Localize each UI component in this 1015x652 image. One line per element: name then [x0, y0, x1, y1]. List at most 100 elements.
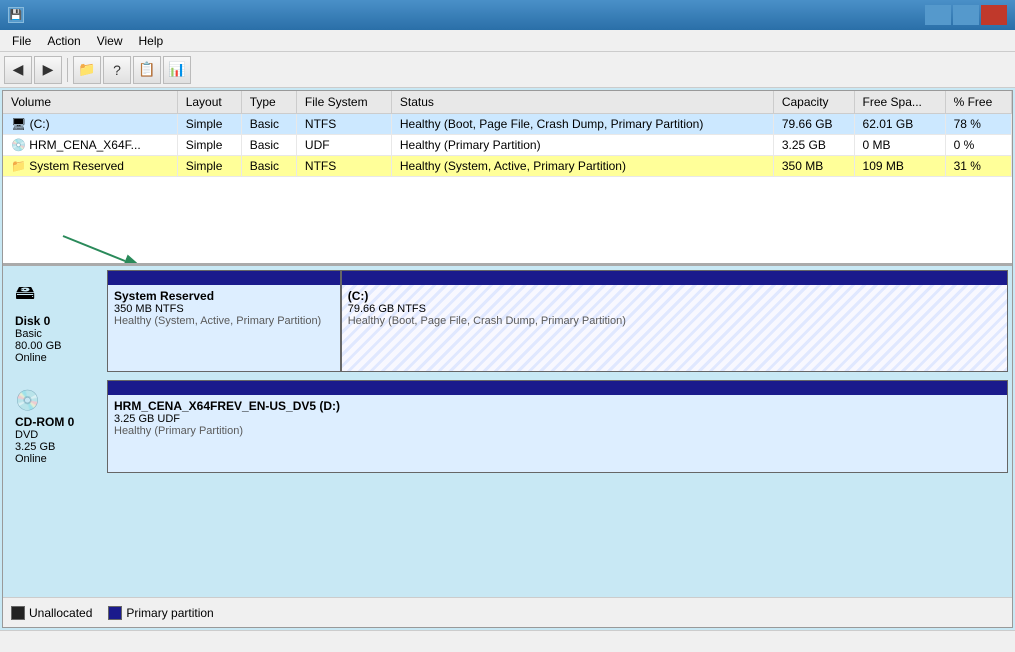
partition-system-reserved[interactable]: System Reserved350 MB NTFSHealthy (Syste… — [108, 271, 342, 371]
partition-c-drive[interactable]: (C:)79.66 GB NTFSHealthy (Boot, Page Fil… — [342, 271, 1007, 371]
maximize-button[interactable] — [953, 5, 979, 25]
disk-section: 🖴Disk 0Basic80.00 GBOnlineSystem Reserve… — [3, 266, 1012, 597]
toolbar-separator — [67, 58, 68, 82]
cell-0-1: Simple — [177, 114, 241, 135]
partition-status: Healthy (Primary Partition) — [114, 425, 1001, 437]
legend-label: Unallocated — [29, 606, 92, 620]
disk-size: 3.25 GB — [15, 441, 99, 453]
disk-type: DVD — [15, 429, 99, 441]
col-header-status[interactable]: Status — [391, 91, 773, 114]
partition-header-bar — [342, 271, 1007, 285]
partition-header-bar — [108, 381, 1007, 395]
legend-item-unallocated: Unallocated — [11, 606, 92, 620]
window-controls — [925, 5, 1007, 25]
table-header: VolumeLayoutTypeFile SystemStatusCapacit… — [3, 91, 1012, 114]
cdrom-icon: 💿 — [15, 388, 99, 413]
cell-1-5: 3.25 GB — [773, 135, 854, 156]
cell-1-2: Basic — [241, 135, 296, 156]
close-button[interactable] — [981, 5, 1007, 25]
disk-status: Online — [15, 453, 99, 465]
folder-icon: 📁 — [11, 159, 29, 173]
drive-icon: 🖥 — [11, 117, 30, 131]
hdd-icon: 🖴 — [15, 278, 99, 312]
app-icon: 💾 — [8, 7, 24, 23]
disk-label-disk-0: 🖴 Disk 0Basic80.00 GBOnline — [7, 270, 107, 372]
cell-2-3: NTFS — [296, 156, 391, 177]
cell-1-0: 💿 HRM_CENA_X64F... — [3, 135, 177, 156]
partition-size: 79.66 GB NTFS — [348, 303, 1001, 315]
partition-name: (C:) — [348, 289, 1001, 303]
col-header-type[interactable]: Type — [241, 91, 296, 114]
cell-2-2: Basic — [241, 156, 296, 177]
properties-button[interactable]: 📋 — [133, 56, 161, 84]
legend: Unallocated Primary partition — [3, 597, 1012, 627]
partition-status: Healthy (System, Active, Primary Partiti… — [114, 315, 334, 327]
title-bar: 💾 — [0, 0, 1015, 30]
cell-1-1: Simple — [177, 135, 241, 156]
cell-0-2: Basic — [241, 114, 296, 135]
cell-0-6: 62.01 GB — [854, 114, 945, 135]
cell-2-6: 109 MB — [854, 156, 945, 177]
cell-0-4: Healthy (Boot, Page File, Crash Dump, Pr… — [391, 114, 773, 135]
menu-item-view[interactable]: View — [89, 32, 131, 50]
col-header-capacity[interactable]: Capacity — [773, 91, 854, 114]
help-button[interactable]: ? — [103, 56, 131, 84]
disk-label-cd-rom-0: 💿 CD-ROM 0DVD3.25 GBOnline — [7, 380, 107, 473]
partition-name: System Reserved — [114, 289, 334, 303]
toolbar: ◀▶ 📁?📋📊 — [0, 52, 1015, 88]
minimize-button[interactable] — [925, 5, 951, 25]
partition-name: HRM_CENA_X64FREV_EN-US_DV5 (D:) — [114, 399, 1001, 413]
disk-row-disk-0: 🖴 Disk 0Basic80.00 GBOnline System Reserve… — [7, 270, 1008, 372]
menu-item-file[interactable]: File — [4, 32, 39, 50]
volume-table: VolumeLayoutTypeFile SystemStatusCapacit… — [3, 91, 1012, 177]
menu-item-action[interactable]: Action — [39, 32, 88, 50]
col-header-free-spa---[interactable]: Free Spa... — [854, 91, 945, 114]
table-row[interactable]: 📁 System ReservedSimpleBasicNTFSHealthy … — [3, 156, 1012, 177]
partition-status: Healthy (Boot, Page File, Crash Dump, Pr… — [348, 315, 1001, 327]
legend-label: Primary partition — [126, 606, 213, 620]
disk-size: 80.00 GB — [15, 340, 99, 352]
up-button[interactable]: 📁 — [73, 56, 101, 84]
cell-0-0: 🖥 (C:) — [3, 114, 177, 135]
col-header-file-system[interactable]: File System — [296, 91, 391, 114]
legend-color-box — [11, 606, 25, 620]
disk-name: Disk 0 — [15, 314, 99, 328]
cell-1-3: UDF — [296, 135, 391, 156]
col-header-volume[interactable]: Volume — [3, 91, 177, 114]
disk-partitions-cd-rom-0: HRM_CENA_X64FREV_EN-US_DV5 (D:)3.25 GB U… — [107, 380, 1008, 473]
partition-d-drive[interactable]: HRM_CENA_X64FREV_EN-US_DV5 (D:)3.25 GB U… — [108, 381, 1007, 472]
forward-button[interactable]: ▶ — [34, 56, 62, 84]
cell-2-5: 350 MB — [773, 156, 854, 177]
table-wrapper: VolumeLayoutTypeFile SystemStatusCapacit… — [3, 91, 1012, 177]
table-body: 🖥 (C:)SimpleBasicNTFSHealthy (Boot, Page… — [3, 114, 1012, 177]
table-section: VolumeLayoutTypeFile SystemStatusCapacit… — [3, 91, 1012, 266]
partition-size: 350 MB NTFS — [114, 303, 334, 315]
cell-0-5: 79.66 GB — [773, 114, 854, 135]
cell-2-4: Healthy (System, Active, Primary Partiti… — [391, 156, 773, 177]
table-row[interactable]: 🖥 (C:)SimpleBasicNTFSHealthy (Boot, Page… — [3, 114, 1012, 135]
disk-status: Online — [15, 352, 99, 364]
disk-type: Basic — [15, 328, 99, 340]
back-button[interactable]: ◀ — [4, 56, 32, 84]
status-bar — [0, 630, 1015, 652]
disk-name: CD-ROM 0 — [15, 415, 99, 429]
cell-2-0: 📁 System Reserved — [3, 156, 177, 177]
partition-size: 3.25 GB UDF — [114, 413, 1001, 425]
col-header---free[interactable]: % Free — [945, 91, 1011, 114]
cell-1-7: 0 % — [945, 135, 1011, 156]
cell-1-4: Healthy (Primary Partition) — [391, 135, 773, 156]
disk-partitions-disk-0: System Reserved350 MB NTFSHealthy (Syste… — [107, 270, 1008, 372]
menu-item-help[interactable]: Help — [131, 32, 172, 50]
export-button[interactable]: 📊 — [163, 56, 191, 84]
cell-0-7: 78 % — [945, 114, 1011, 135]
legend-color-box — [108, 606, 122, 620]
partition-header-bar — [108, 271, 340, 285]
disk-row-cd-rom-0: 💿 CD-ROM 0DVD3.25 GBOnline HRM_CENA_X64FRE… — [7, 380, 1008, 473]
legend-item-primary-partition: Primary partition — [108, 606, 213, 620]
col-header-layout[interactable]: Layout — [177, 91, 241, 114]
menu-bar: FileActionViewHelp — [0, 30, 1015, 52]
cell-2-1: Simple — [177, 156, 241, 177]
cd-icon: 💿 — [11, 138, 29, 152]
table-row[interactable]: 💿 HRM_CENA_X64F...SimpleBasicUDFHealthy … — [3, 135, 1012, 156]
cell-1-6: 0 MB — [854, 135, 945, 156]
